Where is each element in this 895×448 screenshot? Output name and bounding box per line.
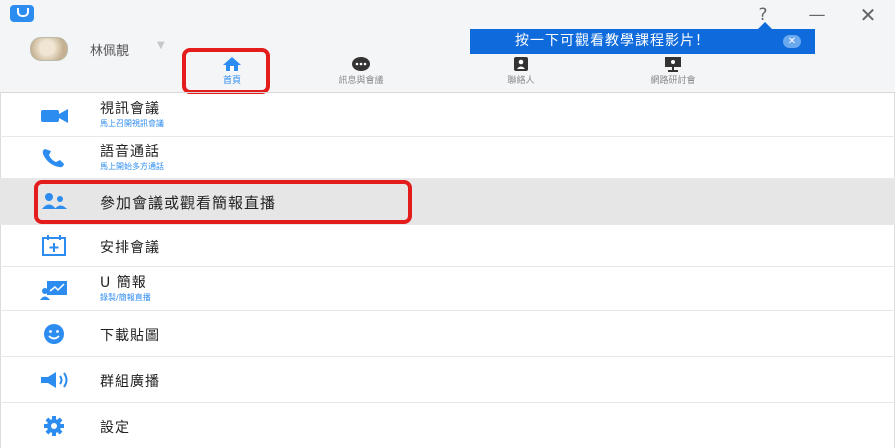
tooltip-text[interactable]: 按一下可觀看教學課程影片！ — [515, 29, 710, 54]
minimize-button[interactable]: — — [800, 2, 834, 28]
menu-title: 群組廣播 — [100, 374, 160, 390]
menu-item-settings[interactable]: 設定 — [0, 403, 895, 448]
tab-contacts[interactable]: 聯絡人 — [481, 56, 561, 90]
video-camera-icon — [41, 109, 68, 123]
menu-subtitle: 馬上召開視訊會議 — [100, 119, 164, 128]
chat-icon — [352, 57, 370, 71]
menu-title: 視訊會議 — [100, 101, 160, 117]
tooltip-arrow — [758, 22, 772, 29]
menu-title: U 簡報 — [100, 275, 147, 291]
smiley-icon — [44, 324, 64, 344]
tab-messages[interactable]: 訊息與會議 — [321, 56, 401, 90]
chevron-down-icon[interactable]: ▼ — [157, 40, 165, 51]
menu-title: 下載貼圖 — [100, 328, 160, 344]
tutorial-tooltip[interactable]: 按一下可觀看教學課程影片！ ✕ — [470, 22, 815, 54]
broadcast-icon — [41, 372, 68, 388]
home-tab-highlight — [182, 48, 270, 94]
phone-icon — [42, 149, 64, 168]
join-meeting-highlight — [34, 180, 412, 224]
menu-subtitle: 錄製/簡報直播 — [100, 293, 151, 302]
webinar-icon — [665, 57, 681, 72]
calendar-add-icon — [42, 235, 66, 256]
menu-item-group-broadcast[interactable]: 群組廣播 — [0, 357, 895, 403]
menu-title: 語音通話 — [100, 144, 160, 160]
menu-item-u-presentation[interactable]: U 簡報 錄製/簡報直播 — [0, 267, 895, 311]
gear-icon — [44, 416, 64, 436]
tooltip-close-button[interactable]: ✕ — [783, 35, 801, 48]
close-button[interactable]: ✕ — [851, 2, 885, 28]
tab-webinar[interactable]: 網路研討會 — [633, 56, 713, 90]
menu-title: 安排會議 — [100, 240, 160, 256]
presentation-icon — [40, 281, 67, 300]
contacts-icon — [514, 57, 528, 71]
menu-title: 設定 — [100, 420, 130, 436]
menu-item-download-stickers[interactable]: 下載貼圖 — [0, 311, 895, 357]
tab-label: 聯絡人 — [507, 76, 535, 86]
avatar[interactable] — [30, 37, 68, 61]
menu-item-schedule[interactable]: 安排會議 — [0, 225, 895, 267]
tab-label: 網路研討會 — [650, 76, 696, 86]
menu-subtitle: 馬上開始多方通話 — [100, 162, 164, 171]
menu-item-video-meeting[interactable]: 視訊會議 馬上召開視訊會議 — [0, 93, 895, 137]
user-name[interactable]: 林佩靚 — [90, 40, 129, 59]
app-logo-icon — [10, 5, 34, 22]
tab-label: 訊息與會議 — [338, 76, 384, 86]
menu-item-voice-call[interactable]: 語音通話 馬上開始多方通話 — [0, 137, 895, 179]
